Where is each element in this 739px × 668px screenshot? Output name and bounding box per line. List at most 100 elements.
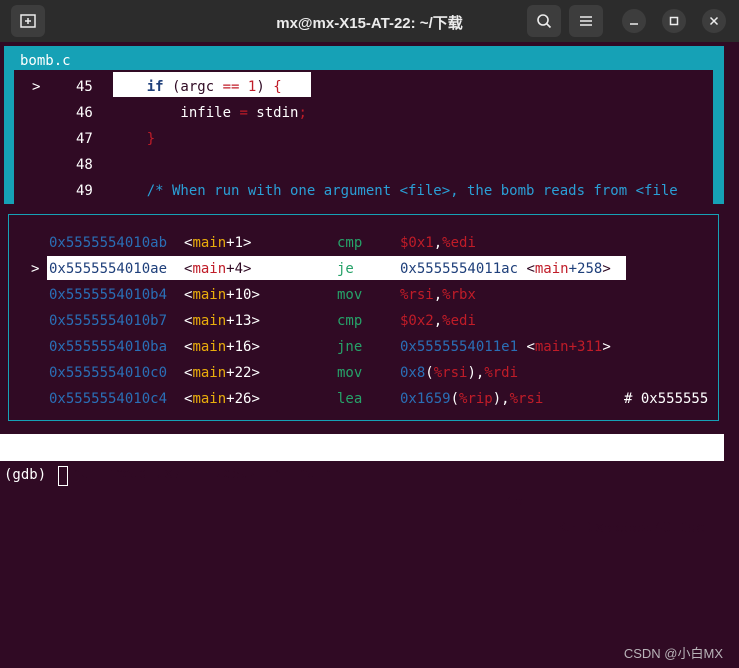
close-icon <box>709 16 719 26</box>
asm-address: 0x5555554010b4 <box>49 287 168 303</box>
code-token: == <box>222 79 240 95</box>
search-button[interactable] <box>527 5 561 37</box>
line-number: 45 <box>76 79 93 95</box>
asm-address: 0x5555554010ab <box>49 235 168 251</box>
asm-address: 0x5555554010ae <box>49 261 168 277</box>
asm-operand-token: %rsi <box>433 365 468 381</box>
asm-operands: 0x5555554011e1 <main+311> <box>400 334 611 360</box>
code-token: stdin <box>247 105 299 121</box>
asm-operand-token: %rdi <box>484 365 519 381</box>
asm-symbol-part: main <box>192 287 227 303</box>
asm-symbol: <main+26> <box>184 386 260 412</box>
source-filename: bomb.c <box>19 52 72 70</box>
asm-operands: 0x1659(%rip),%rsi <box>400 386 543 412</box>
asm-operand-token: %edi <box>442 313 476 329</box>
asm-symbol-part: +26 <box>226 391 252 407</box>
asm-symbol: <main+10> <box>184 282 260 308</box>
code-token: infile <box>113 105 240 121</box>
asm-operand-token: +258 <box>568 261 603 277</box>
asm-operand-token: < <box>526 261 535 277</box>
asm-symbol-part: > <box>251 313 260 329</box>
asm-symbol-part: main <box>192 235 227 251</box>
maximize-button[interactable] <box>662 9 686 33</box>
asm-address: 0x5555554010ba <box>49 339 168 355</box>
line-number: 48 <box>76 157 93 173</box>
hamburger-menu-icon <box>580 16 592 26</box>
asm-operand-token: ), <box>492 391 510 407</box>
asm-mnemonic: cmp <box>337 235 363 251</box>
asm-operand-token: > <box>602 339 611 355</box>
asm-symbol-part: +13 <box>226 313 252 329</box>
asm-symbol: <main+13> <box>184 308 260 334</box>
asm-symbol: <main+1> <box>184 230 251 256</box>
source-code: /* When run with one argument <file>, th… <box>113 178 678 204</box>
asm-operand-token: +311 <box>568 339 603 355</box>
asm-operands: $0x2,%edi <box>400 308 476 334</box>
minimize-button[interactable] <box>622 9 646 33</box>
asm-mnemonic: je <box>337 261 354 277</box>
asm-symbol-part: +22 <box>226 365 252 381</box>
asm-operand-token: ( <box>450 391 460 407</box>
asm-mnemonic: mov <box>337 365 363 381</box>
asm-operand-token: , <box>433 313 443 329</box>
asm-symbol-part: > <box>243 261 252 277</box>
asm-operand-token: , <box>433 287 443 303</box>
current-line-marker: > <box>32 79 41 95</box>
code-token: /* When run with one argument <file>, th… <box>113 183 678 199</box>
asm-symbol-part: main <box>192 313 227 329</box>
code-token: if <box>146 79 164 95</box>
asm-symbol: <main+4> <box>184 256 251 282</box>
asm-operand-token: %rsi <box>400 287 434 303</box>
code-token: { <box>273 79 282 95</box>
asm-operand-token: 0x5555554011e1 <box>400 339 527 355</box>
asm-symbol-part: +1 <box>226 235 244 251</box>
asm-operand-token: %rsi <box>509 391 544 407</box>
asm-symbol-part: main <box>192 365 227 381</box>
asm-mnemonic: mov <box>337 287 363 303</box>
asm-mnemonic: cmp <box>337 313 363 329</box>
asm-symbol-part: > <box>243 235 252 251</box>
asm-operand-token: 0x1659 <box>400 391 451 407</box>
menu-button[interactable] <box>569 5 603 37</box>
code-token: ) <box>256 79 274 95</box>
asm-symbol-part: main <box>192 339 227 355</box>
asm-operand-token: %edi <box>442 235 476 251</box>
source-code: if (argc == 1) { <box>113 74 282 100</box>
asm-operand-token: %rbx <box>442 287 476 303</box>
code-token: = <box>239 105 248 121</box>
asm-operand-token: main <box>534 339 569 355</box>
terminal-cursor[interactable] <box>58 466 68 486</box>
source-code: infile = stdin; <box>113 100 307 126</box>
asm-symbol-part: > <box>251 287 260 303</box>
line-number: 46 <box>76 105 93 121</box>
asm-operand-token: $0x2 <box>400 313 434 329</box>
maximize-icon <box>669 16 679 26</box>
code-token: (argc <box>163 79 223 95</box>
asm-operand-token: 0x8 <box>400 365 426 381</box>
asm-operand-token: 0x5555554011ac <box>400 261 527 277</box>
line-number: 49 <box>76 183 93 199</box>
asm-symbol-part: +10 <box>226 287 252 303</box>
asm-operand-token: > <box>602 261 611 277</box>
gdb-prompt: (gdb) <box>4 467 47 483</box>
asm-symbol-part: main <box>192 261 227 277</box>
asm-operand-token: ( <box>425 365 434 381</box>
asm-operand-token: < <box>526 339 535 355</box>
search-icon <box>537 14 552 29</box>
asm-operands: 0x5555554011ac <main+258> <box>400 256 611 282</box>
line-number: 47 <box>76 131 93 147</box>
asm-operand-token: $0x1 <box>400 235 434 251</box>
asm-comment: # 0x555555 <box>624 391 709 407</box>
asm-operand-token: ), <box>467 365 485 381</box>
asm-symbol-part: > <box>251 391 260 407</box>
title-bar: mx@mx-X15-AT-22: ~/下载 <box>0 0 739 42</box>
code-token: ; <box>298 105 307 121</box>
asm-operands: 0x8(%rsi),%rdi <box>400 360 518 386</box>
asm-operand-token: main <box>534 261 569 277</box>
status-bar: multi-thre Thread 0x7ffff7d807 In: main … <box>0 434 724 536</box>
close-button[interactable] <box>702 9 726 33</box>
minimize-icon <box>630 23 638 25</box>
